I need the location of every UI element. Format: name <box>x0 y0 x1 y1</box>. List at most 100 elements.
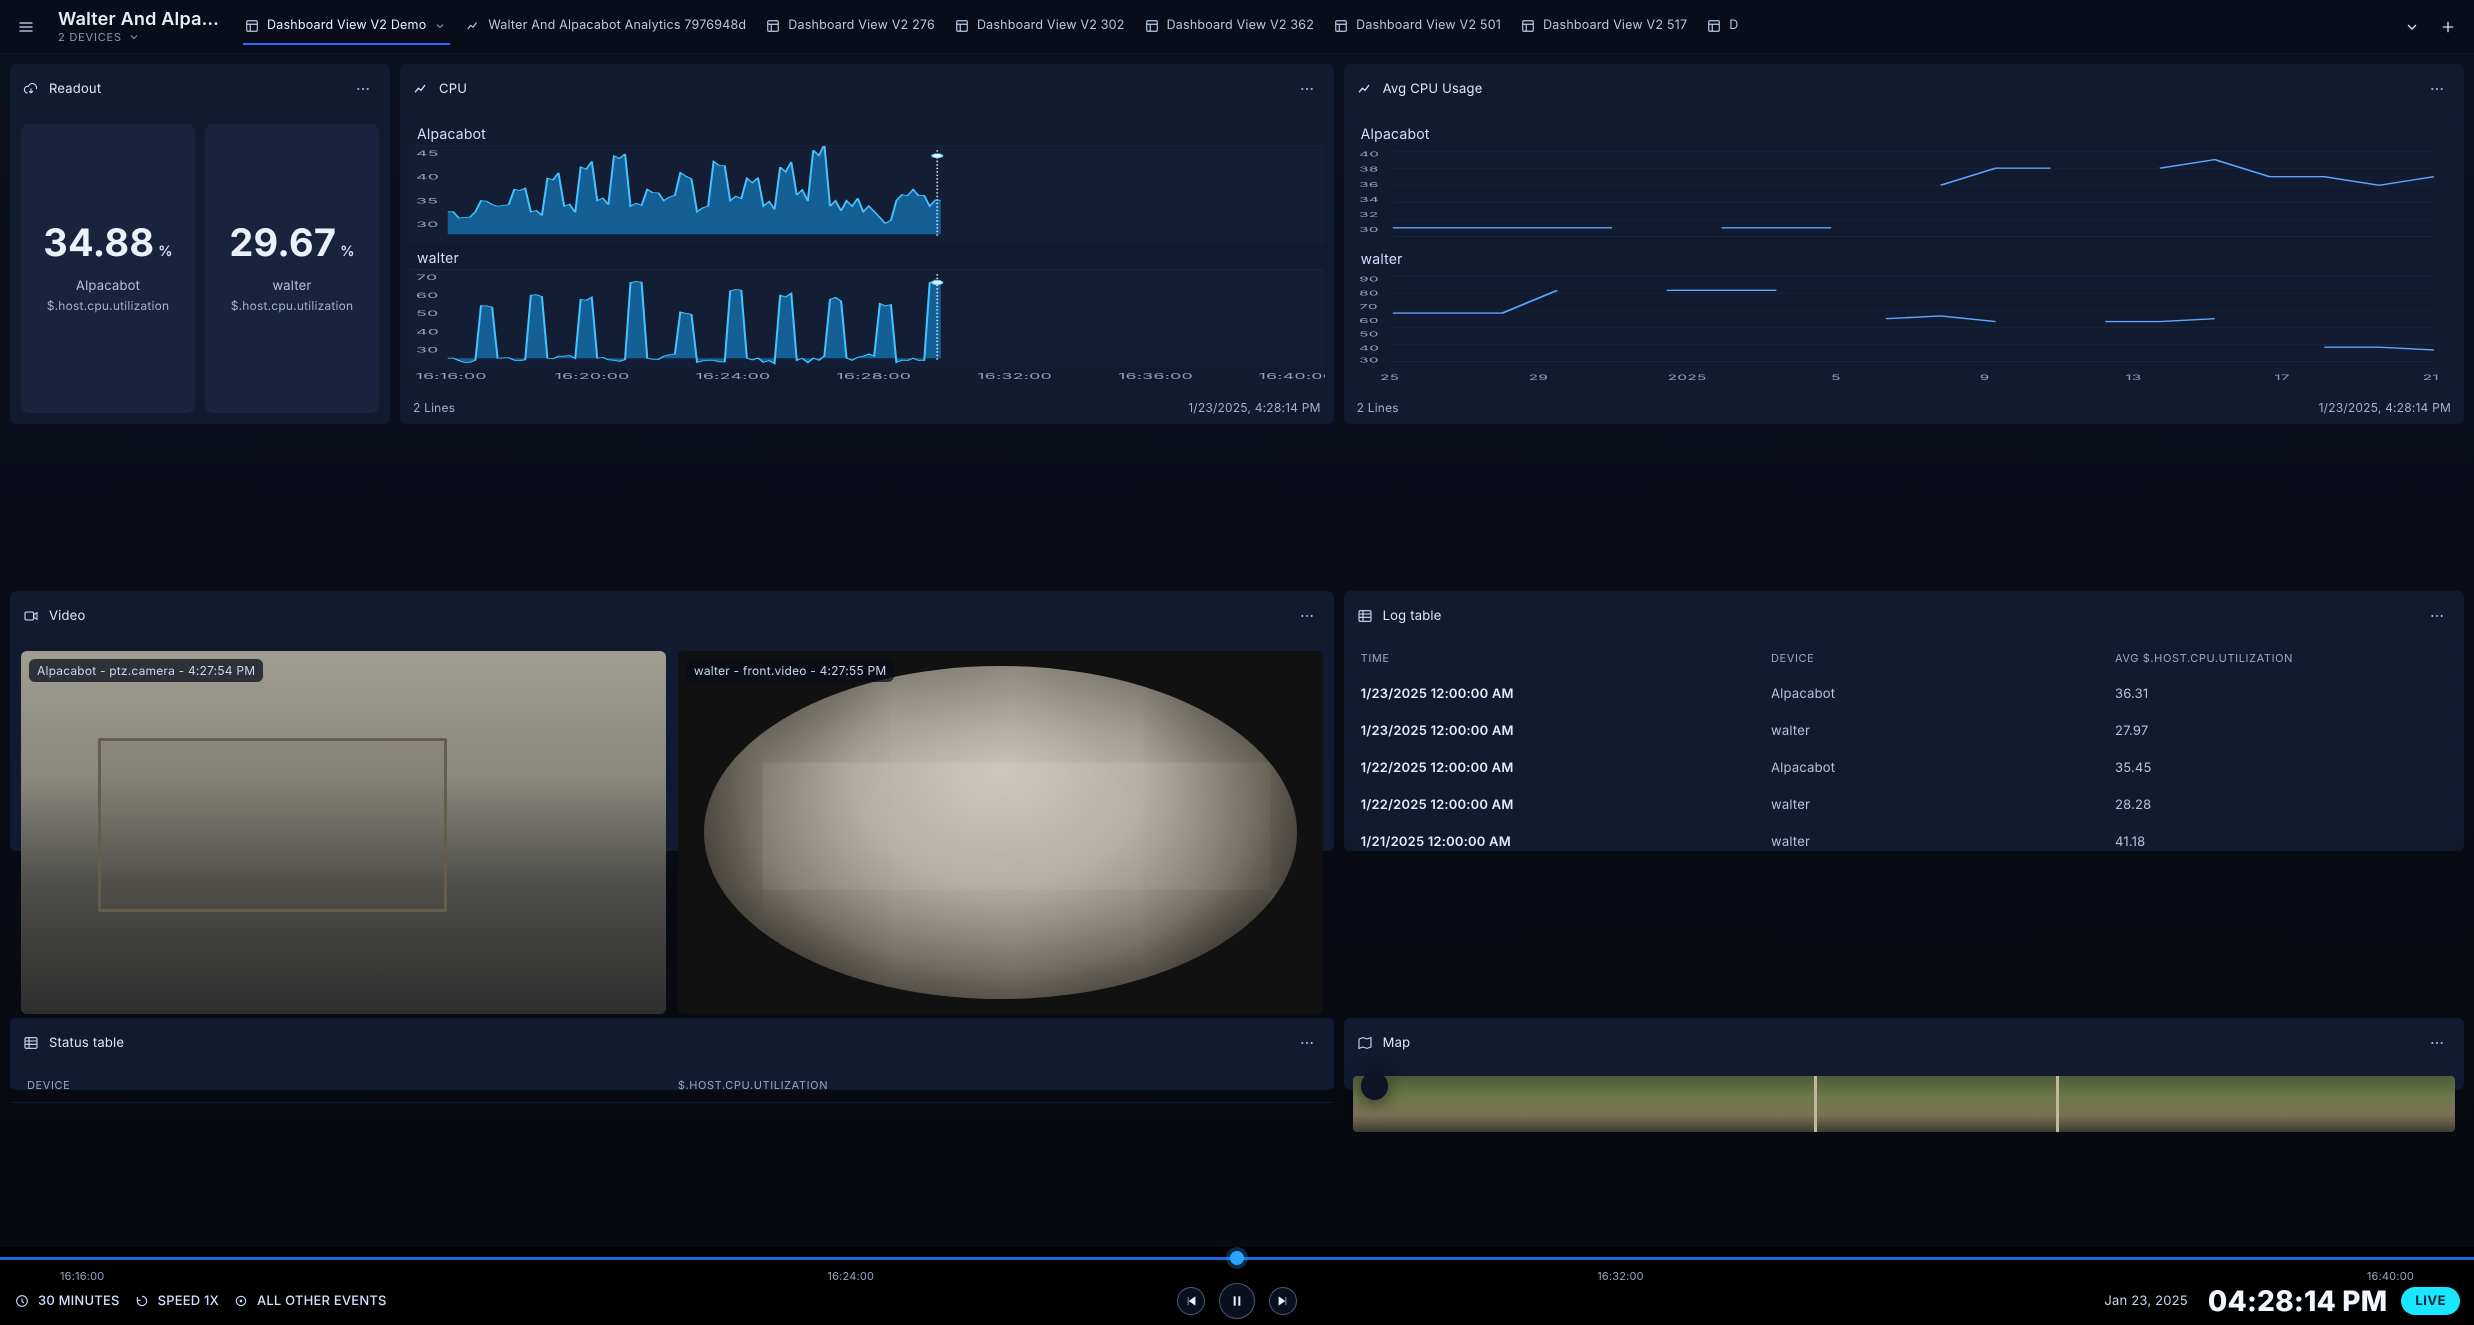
timestamp: 1/23/2025, 4:28:14 PM <box>2319 400 2451 415</box>
col-util[interactable]: $.HOST.CPU.UTILIZATION <box>678 1078 1317 1092</box>
timeline[interactable]: 16:16:0016:24:0016:32:0016:40:00 <box>0 1247 2474 1277</box>
col-device[interactable]: DEVICE <box>27 1078 666 1092</box>
tab-label: Dashboard View V2 517 <box>1543 18 1687 33</box>
events-filter-label: ALL OTHER EVENTS <box>257 1293 387 1309</box>
cpu-series-name: Alpacabot <box>409 120 1325 145</box>
cursor-marker <box>932 281 943 285</box>
readout-metric: $.host.cpu.utilization <box>231 298 354 313</box>
avg-chart-walter[interactable]: 90 80 70 60 50 40 30 <box>1353 272 2455 368</box>
panel-menu-button[interactable] <box>1293 602 1321 630</box>
skip-forward-icon <box>1276 1294 1290 1308</box>
tab-label: Dashboard View V2 362 <box>1167 18 1315 33</box>
x-tick: 25 <box>1380 373 1399 382</box>
panel-menu-button[interactable] <box>349 75 377 103</box>
device-count[interactable]: 2 DEVICES <box>58 30 122 44</box>
next-button[interactable] <box>1269 1287 1297 1315</box>
panel-menu-button[interactable] <box>2423 75 2451 103</box>
timestamp: 1/23/2025, 4:28:14 PM <box>1188 400 1320 415</box>
y-tick: 35 <box>416 197 438 205</box>
col-time[interactable]: TIME <box>1361 651 1759 665</box>
cell-avg: 41.18 <box>2115 834 2447 850</box>
panel-menu-button[interactable] <box>2423 602 2451 630</box>
table-row[interactable]: 1/23/2025 12:00:00 AM Alpacabot 36.31 <box>1345 676 2463 713</box>
panel-menu-button[interactable] <box>2423 1029 2451 1057</box>
chevron-down-icon <box>2404 19 2420 35</box>
panel-menu-button[interactable] <box>1293 1029 1321 1057</box>
play-pause-button[interactable] <box>1219 1283 1255 1319</box>
add-view-button[interactable] <box>2434 13 2462 41</box>
y-tick: 30 <box>416 221 439 229</box>
y-tick: 80 <box>1359 289 1379 297</box>
tab-v2-501[interactable]: Dashboard View V2 501 <box>1332 8 1505 45</box>
y-tick: 70 <box>416 274 437 282</box>
y-tick: 34 <box>1359 196 1379 204</box>
cell-avg: 27.97 <box>2115 723 2447 739</box>
y-tick: 40 <box>1359 150 1379 158</box>
layout-icon <box>955 19 969 33</box>
tab-label: D <box>1729 18 1738 33</box>
tabs-overflow-button[interactable] <box>2398 13 2426 41</box>
y-tick: 50 <box>1359 330 1379 338</box>
menu-button[interactable] <box>12 13 40 41</box>
tab-label: Dashboard View V2 Demo <box>267 18 426 33</box>
tab-v2-276[interactable]: Dashboard View V2 276 <box>764 8 939 45</box>
log-table-panel: Log table TIME DEVICE AVG $.HOST.CPU.UTI… <box>1344 591 2464 851</box>
panel-title: Avg CPU Usage <box>1383 81 1483 97</box>
map-view[interactable] <box>1353 1076 2455 1132</box>
y-tick: 30 <box>1359 357 1379 365</box>
cpu-panel: CPU Alpacabot 45 40 35 30 <box>400 64 1334 424</box>
readout-value: 34.88 <box>43 220 154 266</box>
tab-v2-302[interactable]: Dashboard View V2 302 <box>953 8 1129 45</box>
range-label: 30 MINUTES <box>38 1293 120 1309</box>
tab-v2-362[interactable]: Dashboard View V2 362 <box>1143 8 1319 45</box>
ellipsis-icon <box>2429 80 2445 98</box>
range-button[interactable]: 30 MINUTES <box>14 1293 120 1309</box>
timeline-thumb[interactable] <box>1230 1251 1244 1265</box>
current-date: Jan 23, 2025 <box>2104 1293 2188 1309</box>
table-row[interactable]: 1/22/2025 12:00:00 AM Alpacabot 35.45 <box>1345 750 2463 787</box>
cpu-chart-walter[interactable]: 70 60 50 40 30 <box>409 269 1325 368</box>
live-button[interactable]: LIVE <box>2401 1287 2460 1315</box>
table-row[interactable]: 1/21/2025 12:00:00 AM walter 41.18 <box>1345 824 2463 850</box>
tab-v2-more[interactable]: D <box>1705 8 1742 45</box>
events-filter-button[interactable]: ALL OTHER EVENTS <box>233 1293 387 1309</box>
page-title: Walter And Alpa… <box>58 9 219 30</box>
status-table-panel: Status table DEVICE $.HOST.CPU.UTILIZATI… <box>10 1018 1334 1090</box>
speed-button[interactable]: SPEED 1X <box>134 1293 219 1309</box>
x-tick: 16:28:00 <box>836 372 911 381</box>
panel-menu-button[interactable] <box>1293 75 1321 103</box>
cell-device: Alpacabot <box>1771 760 2103 776</box>
readout-unit: % <box>340 243 354 260</box>
cell-time: 1/23/2025 12:00:00 AM <box>1361 686 1759 702</box>
cell-avg: 28.28 <box>2115 797 2447 813</box>
layout-icon <box>1334 19 1348 33</box>
col-avg[interactable]: AVG $.HOST.CPU.UTILIZATION <box>2115 651 2447 665</box>
tab-analytics[interactable]: Walter And Alpacabot Analytics 7976948d <box>464 8 750 45</box>
cell-device: Alpacabot <box>1771 686 2103 702</box>
cpu-chart-alpacabot[interactable]: 45 40 35 30 <box>409 145 1325 244</box>
panel-title: CPU <box>439 81 467 97</box>
y-tick: 40 <box>1359 344 1379 352</box>
layout-icon <box>1145 19 1159 33</box>
y-tick: 50 <box>416 310 438 318</box>
avg-chart-alpacabot[interactable]: 40 38 36 34 32 30 <box>1353 147 2455 243</box>
table-row[interactable]: 1/22/2025 12:00:00 AM walter 28.28 <box>1345 787 2463 824</box>
cell-device: walter <box>1771 797 2103 813</box>
prev-button[interactable] <box>1177 1287 1205 1315</box>
cloud-download-icon <box>23 81 39 97</box>
y-tick: 30 <box>1359 226 1379 234</box>
tab-dashboard-demo[interactable]: Dashboard View V2 Demo <box>243 8 450 45</box>
panel-title: Readout <box>49 81 101 97</box>
y-tick: 40 <box>416 173 439 181</box>
table-row[interactable]: 1/23/2025 12:00:00 AM walter 27.97 <box>1345 713 2463 750</box>
video-feed-left[interactable]: Alpacabot - ptz.camera - 4:27:54 PM <box>21 651 666 1014</box>
tab-v2-517[interactable]: Dashboard View V2 517 <box>1519 8 1691 45</box>
y-tick: 60 <box>1359 317 1379 325</box>
y-tick: 70 <box>1359 303 1378 311</box>
x-tick: 16:40:00 <box>1259 372 1325 381</box>
video-feed-right[interactable]: walter - front.video - 4:27:55 PM <box>678 651 1323 1014</box>
table-icon <box>23 1035 39 1051</box>
col-device[interactable]: DEVICE <box>1771 651 2103 665</box>
avg-series-name: walter <box>1353 245 2455 270</box>
x-tick: 16:32:00 <box>977 372 1052 381</box>
